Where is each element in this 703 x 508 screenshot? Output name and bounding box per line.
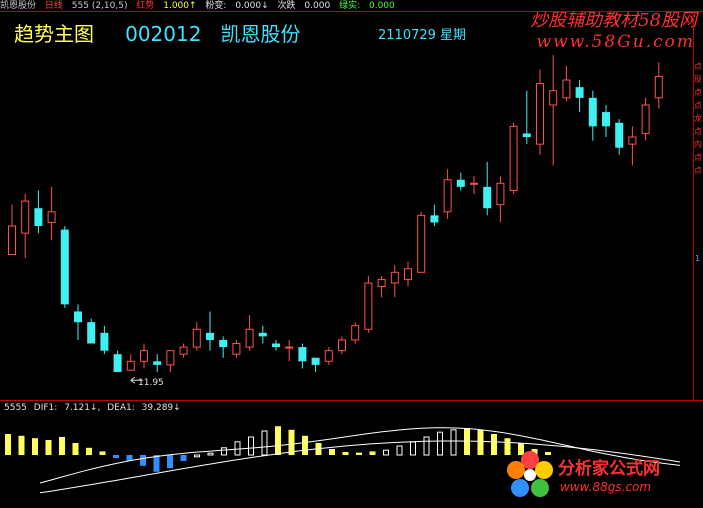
candle-body-up (21, 200, 30, 234)
candle-body-up (496, 182, 505, 206)
candle-body-down (219, 339, 228, 348)
candle-body-down (575, 87, 584, 98)
candle-body-down (588, 97, 597, 127)
candle-body-up (470, 182, 478, 185)
candle-body-up (549, 90, 558, 106)
candle-body-up (351, 325, 360, 341)
macd-bar (369, 451, 376, 455)
candle-body-up (47, 211, 56, 223)
candle-body-up (628, 136, 637, 145)
dea-value: 39.289↓ (141, 403, 181, 413)
candle-body-up (364, 282, 373, 330)
right-edge-signal-labels: 点现点点龙点内点点 (694, 62, 702, 175)
candle-body-down (100, 332, 109, 351)
logo2-url: www.88gs.com (560, 480, 652, 494)
candle-body-up (324, 350, 333, 362)
macd-bar (356, 452, 362, 455)
macd-bar (207, 452, 214, 456)
dif-label: DIF1: (33, 403, 58, 413)
macd-bar (99, 451, 106, 455)
macd-bar (410, 441, 416, 456)
watermark-88gs: 分析家公式网 www.88gs.com (500, 446, 703, 504)
macd-bar (450, 429, 457, 456)
candle-body-down (615, 122, 624, 148)
right-edge-blue-label: 1 (695, 254, 701, 263)
candle-body-up (404, 268, 412, 280)
macd-bar (59, 437, 65, 455)
stock-chart-window: 凯恩股份 日线 555 (2,10,5) 红势 1.000↑ 粉变: 0.000… (0, 0, 703, 504)
macd-bar (275, 426, 281, 455)
candle-body-down (74, 311, 82, 323)
macd-bar (437, 431, 443, 456)
candle-body-down (258, 332, 267, 337)
macd-bar (32, 438, 38, 455)
candle-body-up (654, 75, 663, 99)
candle-body-up (390, 271, 399, 284)
candle-body-down (483, 186, 492, 209)
macd-bar (45, 440, 52, 455)
candle-body-up (377, 278, 386, 288)
candle-body-up (179, 346, 188, 355)
candlestick-chart[interactable] (0, 0, 703, 504)
candle-body-up (192, 328, 201, 348)
macd-bar (261, 430, 268, 456)
macd-bar (423, 436, 430, 456)
candle-body-up (562, 79, 571, 99)
macd-bar (113, 455, 119, 458)
candle-body-down (113, 354, 122, 372)
candle-body-up (140, 350, 148, 362)
dif-value: 7.121↓, (64, 403, 101, 413)
candle-body-up (443, 179, 452, 213)
dea-label: DEA1: (107, 403, 135, 413)
macd-bar (234, 441, 241, 456)
candle-body-up (417, 214, 426, 273)
candle-body-down (272, 343, 280, 348)
candle-body-up (536, 83, 544, 145)
candle-body-down (34, 208, 43, 227)
macd-bar (342, 452, 349, 455)
macd-bar (5, 434, 11, 455)
candle-body-down (206, 332, 214, 340)
candle-body-down (298, 347, 307, 362)
candle-body-down (60, 229, 69, 305)
candle-body-down (87, 322, 96, 344)
low-price-marker: 11.95 (138, 378, 164, 388)
candle-body-up (232, 343, 241, 355)
macd-bar (383, 449, 389, 456)
macd-bar (477, 429, 484, 455)
macd-bar (248, 436, 254, 456)
macd-bar (18, 435, 25, 455)
macd-bar (396, 445, 403, 456)
macd-bar (194, 454, 200, 458)
candle-body-up (509, 125, 518, 191)
macd-bar (302, 435, 308, 455)
candle-body-up (338, 339, 346, 352)
macd-bar (221, 447, 227, 456)
macd-bar (86, 447, 92, 455)
macd-bar (72, 443, 79, 455)
macd-bar (140, 455, 146, 466)
candle-body-up (166, 350, 175, 366)
candle-body-up (641, 104, 650, 134)
macd-bar (153, 455, 160, 472)
candle-body-up (285, 346, 294, 349)
macd-header: 5555 DIF1: 7.121↓, DEA1: 39.289↓ (4, 403, 185, 413)
flower-logo-icon (507, 451, 553, 497)
candle-body-down (456, 179, 465, 187)
candle-body-up (126, 360, 135, 371)
macd-bar (167, 455, 173, 469)
macd-bar (329, 449, 335, 455)
candle-body-up (245, 328, 254, 348)
candle-body-down (522, 133, 531, 138)
macd-bar (491, 434, 497, 455)
candle-body-down (602, 112, 610, 127)
candle-body-down (430, 215, 439, 223)
candle-body-down (311, 357, 320, 365)
macd-bar (180, 455, 187, 461)
macd-label: 5555 (4, 403, 27, 413)
candle-body-down (153, 361, 162, 365)
logo2-title: 分析家公式网 (558, 459, 660, 479)
candle-body-up (8, 225, 16, 256)
